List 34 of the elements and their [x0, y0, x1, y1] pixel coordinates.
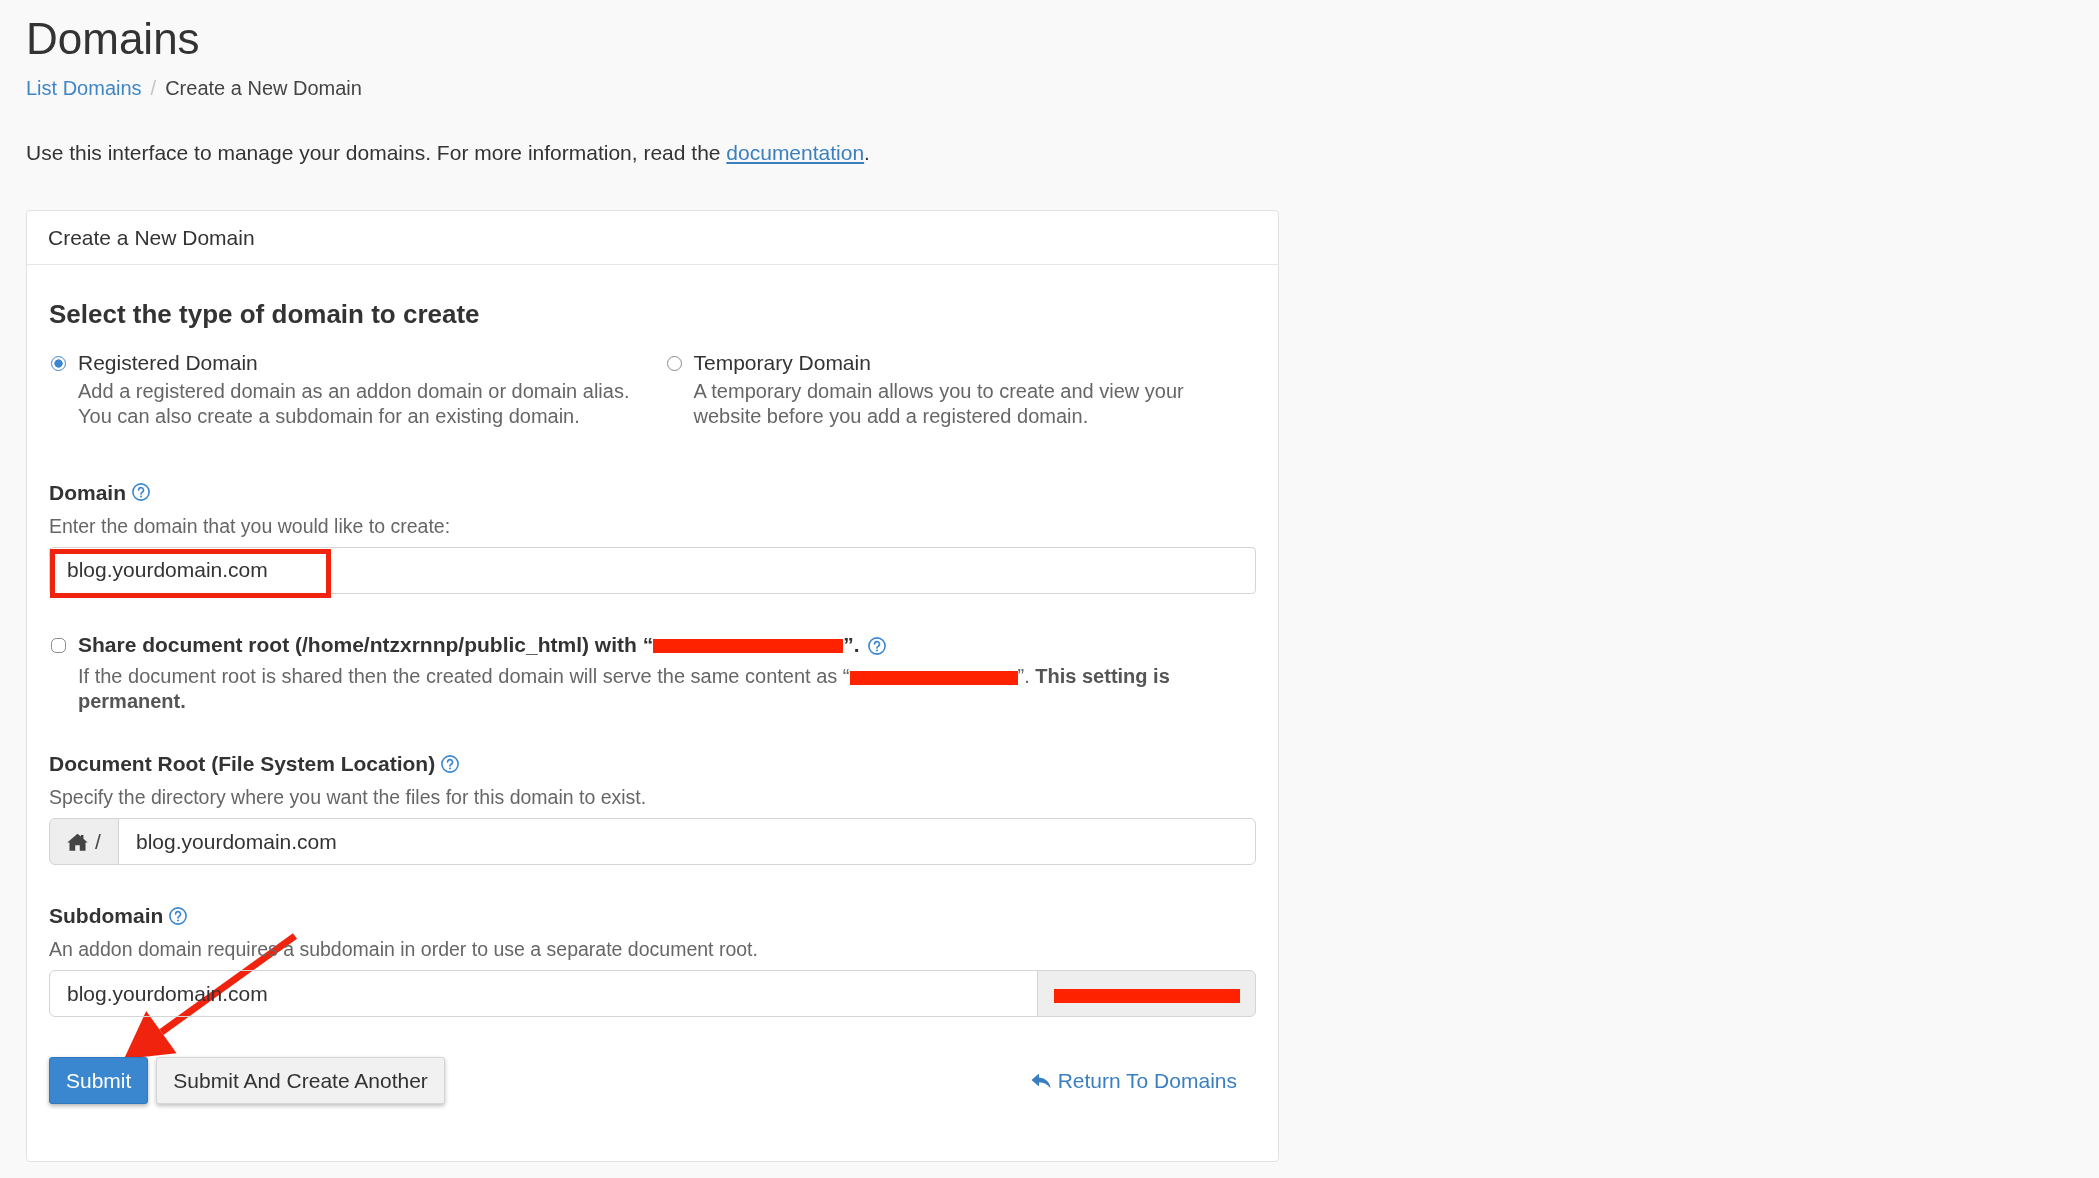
option-description: A temporary domain allows you to create and view your website before you add a registered domain. — [693, 378, 1185, 429]
radio-button[interactable] — [51, 356, 66, 371]
breadcrumb-current: Create a New Domain — [165, 76, 362, 101]
intro-text: Use this interface to manage your domains. For more information, read the documentation. — [26, 140, 871, 166]
checkbox-help-text: If the document root is shared then the created domain will serve the same content as “ ”. This setting is permanent. — [78, 664, 1171, 714]
home-icon — [67, 832, 88, 851]
help-icon[interactable] — [441, 754, 460, 773]
breadcrumb-link[interactable]: List Domains — [26, 73, 142, 103]
document-root-input[interactable]: blog.yourdomain.com — [118, 818, 1256, 865]
documentation-link[interactable]: documentation — [726, 141, 865, 164]
secondary-button[interactable]: Submit And Create Another — [156, 1057, 445, 1104]
card-title: Create a New Domain — [48, 226, 255, 249]
radio-button[interactable] — [666, 356, 682, 371]
help-icon[interactable] — [169, 906, 188, 925]
breadcrumb-separator: / — [150, 76, 157, 101]
field-label: Subdomain — [49, 903, 164, 929]
field-hint: Enter the domain that you would like to create: — [49, 513, 452, 539]
domain-input[interactable]: blog.yourdomain.com — [49, 546, 1256, 594]
return-link[interactable]: Return To Domains — [1030, 1065, 1237, 1096]
help-icon[interactable] — [132, 483, 150, 501]
checkbox-label: Share document root (/home/ntzxrnnp/public_html) with “ ”. — [78, 632, 860, 656]
reply-icon — [1030, 1072, 1051, 1089]
option-description: Add a registered domain as an addon domain or domain alias. You can also create a subdomain for an existing domain. — [78, 378, 631, 429]
page-title: Domains — [26, 13, 201, 65]
checkbox[interactable] — [51, 637, 66, 653]
radio-label: Registered Domain — [78, 350, 258, 376]
section-heading: Select the type of domain to create — [49, 299, 481, 330]
help-icon[interactable] — [867, 636, 886, 655]
submit-button[interactable]: Submit — [49, 1057, 149, 1104]
path-prefix-text: / — [95, 828, 101, 855]
field-label: Domain — [49, 479, 126, 506]
field-hint: Specify the directory where you want the files for this domain to exist. — [49, 785, 648, 810]
radio-label: Temporary Domain — [693, 350, 871, 376]
field-label: Document Root (File System Location) — [49, 751, 436, 777]
